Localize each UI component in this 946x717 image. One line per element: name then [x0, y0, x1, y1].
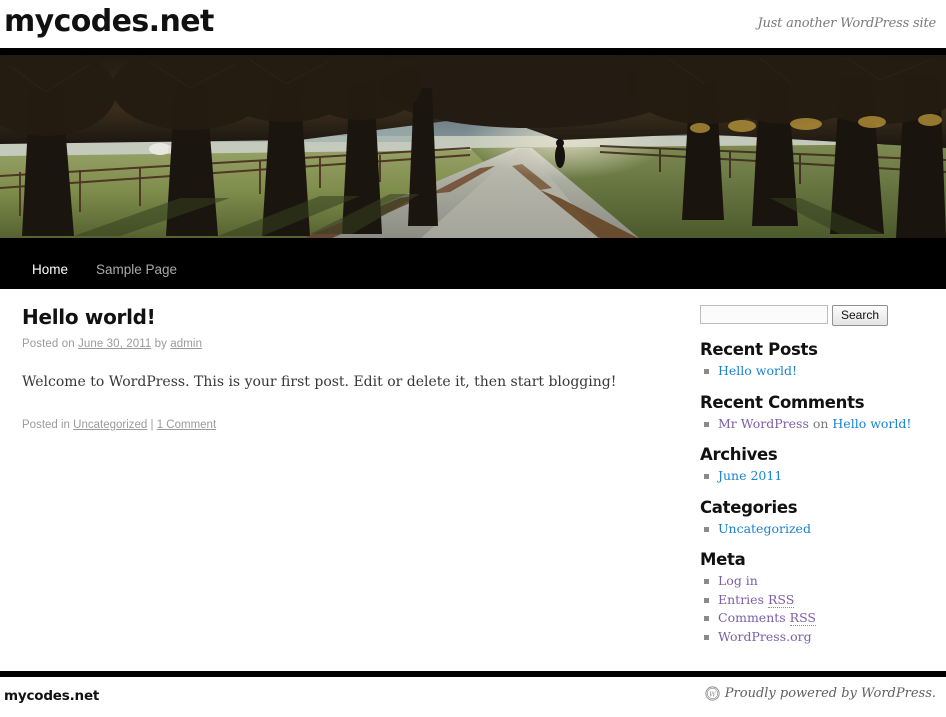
list-item: Log in: [700, 572, 932, 591]
main-content-area: Hello world! Posted on June 30, 2011 by …: [0, 289, 946, 671]
comment-post-link[interactable]: Hello world!: [832, 416, 911, 431]
primary-content-column: Hello world! Posted on June 30, 2011 by …: [0, 305, 700, 671]
posted-on-label: Posted on: [22, 338, 78, 350]
widget-meta: Meta Log in Entries RSS Comments RSS Wor…: [700, 550, 932, 646]
search-button[interactable]: Search: [832, 305, 889, 326]
widget-title-categories: Categories: [700, 497, 798, 517]
widget-title-archives: Archives: [700, 445, 778, 464]
meta-separator: |: [147, 419, 157, 431]
list-item: Mr WordPress on Hello world!: [700, 415, 932, 434]
post-content: Welcome to WordPress. This is your first…: [22, 374, 617, 390]
footer-site-title[interactable]: mycodes.net: [4, 688, 99, 704]
post-date-link[interactable]: June 30, 2011: [78, 338, 151, 350]
widget-title-recent-posts: Recent Posts: [700, 340, 818, 359]
comment-on-label: on: [808, 415, 833, 431]
meta-entries-label: Entries: [718, 591, 768, 607]
widget-archives: Archives June 2011: [700, 445, 932, 486]
footer-credit-text: Proudly powered by WordPress.: [724, 686, 936, 701]
site-title[interactable]: mycodes.net: [4, 2, 214, 42]
list-item: June 2011: [700, 467, 932, 486]
site-description: Just another WordPress site: [757, 16, 936, 31]
widget-recent-comments: Recent Comments Mr WordPress on Hello wo…: [700, 393, 932, 434]
meta-wordpress-org-link[interactable]: WordPress.org: [718, 629, 812, 644]
categories-list: Uncategorized: [700, 520, 932, 539]
footer-credit[interactable]: W Proudly powered by WordPress.: [705, 686, 936, 701]
nav-item-home[interactable]: Home: [18, 251, 82, 289]
meta-comments-label: Comments: [718, 610, 790, 625]
recent-posts-list: Hello world!: [700, 362, 932, 381]
meta-list: Log in Entries RSS Comments RSS WordPres…: [700, 572, 932, 646]
meta-comments-rss-link[interactable]: Comments RSS: [718, 610, 816, 626]
widget-title-meta: Meta: [700, 550, 746, 569]
sidebar: Search Recent Posts Hello world! Recent …: [700, 305, 946, 671]
post-comments-link[interactable]: 1 Comment: [157, 419, 216, 431]
site-footer: mycodes.net W Proudly powered by WordPre…: [0, 677, 946, 715]
nav-item-sample-page[interactable]: Sample Page: [82, 251, 191, 289]
list-item: Hello world!: [700, 362, 932, 381]
by-label: by: [151, 338, 171, 350]
site-branding: mycodes.net Just another WordPress site: [0, 0, 946, 48]
lanes-header-image: [0, 48, 946, 251]
posted-in-label: Posted in: [22, 419, 74, 431]
rss-abbr: RSS: [767, 591, 795, 608]
widget-title-recent-comments: Recent Comments: [700, 392, 865, 412]
archive-link[interactable]: June 2011: [718, 468, 782, 483]
header-image-container[interactable]: [0, 48, 946, 251]
widget-categories: Categories Uncategorized: [700, 498, 932, 539]
post-meta: Posted on June 30, 2011 by admin: [22, 338, 680, 350]
post-footer-meta: Posted in Uncategorized | 1 Comment: [22, 419, 680, 431]
rss-abbr: RSS: [789, 610, 816, 626]
meta-login-link[interactable]: Log in: [718, 573, 758, 588]
category-link[interactable]: Uncategorized: [718, 521, 811, 536]
list-item: Comments RSS: [700, 609, 932, 628]
post-article: Hello world! Posted on June 30, 2011 by …: [22, 305, 680, 431]
list-item: Entries RSS: [700, 591, 932, 610]
page-root: mycodes.net Just another WordPress site: [0, 0, 946, 717]
post-title[interactable]: Hello world!: [22, 305, 680, 329]
widget-recent-posts: Recent Posts Hello world!: [700, 340, 932, 381]
recent-comments-list: Mr WordPress on Hello world!: [700, 415, 932, 434]
search-form[interactable]: Search: [700, 305, 932, 326]
recent-post-link[interactable]: Hello world!: [718, 363, 797, 378]
main-navigation[interactable]: Home Sample Page: [0, 251, 946, 289]
list-item: Uncategorized: [700, 520, 932, 539]
svg-text:W: W: [709, 691, 716, 698]
comment-author-link[interactable]: Mr WordPress: [718, 416, 809, 431]
search-input[interactable]: [700, 305, 828, 324]
post-category-link[interactable]: Uncategorized: [73, 419, 147, 431]
header-image-graphic: [0, 48, 946, 251]
wordpress-logo-icon: W: [705, 686, 720, 701]
archives-list: June 2011: [700, 467, 932, 486]
meta-entries-rss-link[interactable]: Entries RSS: [718, 591, 795, 608]
post-author-link[interactable]: admin: [170, 338, 202, 350]
list-item: WordPress.org: [700, 628, 932, 647]
